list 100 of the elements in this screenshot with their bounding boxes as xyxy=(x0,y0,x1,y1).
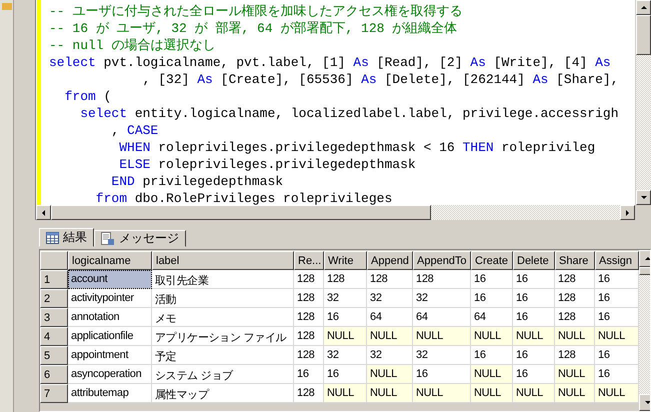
table-cell: 16 xyxy=(595,365,639,384)
table-cell: 128 xyxy=(367,270,413,289)
code-editor[interactable] xyxy=(36,0,635,205)
table-cell: 128 xyxy=(294,346,324,365)
table-cell: 64 xyxy=(367,308,413,327)
table-cell: NULL xyxy=(555,365,595,384)
code-line: -- null の場合は選択なし xyxy=(49,37,216,54)
down-arrow-icon xyxy=(639,193,648,202)
row-number[interactable]: 6 xyxy=(40,365,68,384)
table-cell: asyncoperation xyxy=(68,365,152,384)
code-line: END privilegedepthmask xyxy=(110,173,284,190)
table-cell: 128 xyxy=(555,289,595,308)
result-tab[interactable]: 結果 xyxy=(39,228,94,247)
table-cell: NULL xyxy=(471,327,513,346)
table-cell: 16 xyxy=(595,346,639,365)
folder-icon xyxy=(2,2,12,10)
table-cell: NULL xyxy=(595,384,639,403)
table-cell: 128 xyxy=(555,346,595,365)
column-header[interactable]: Delete xyxy=(513,251,555,270)
table-cell: システム ジョブ xyxy=(152,365,294,384)
vertical-scrollbar[interactable] xyxy=(635,0,651,205)
scrollbar-thumb[interactable] xyxy=(636,15,651,55)
table-cell: applicationfile xyxy=(68,327,152,346)
table-cell: NULL xyxy=(471,365,513,384)
column-header[interactable]: AppendTo xyxy=(413,251,471,270)
column-header[interactable]: Re... xyxy=(294,251,324,270)
table-cell: 32 xyxy=(324,289,367,308)
column-header[interactable]: label xyxy=(152,251,294,270)
table-cell: NULL xyxy=(413,327,471,346)
table-cell: 16 xyxy=(413,365,471,384)
table-cell: 128 xyxy=(324,270,367,289)
table-cell: 128 xyxy=(294,327,324,346)
row-number[interactable]: 2 xyxy=(40,289,68,308)
code-line: -- ユーザに付与された全ロール権限を加味したアクセス権を取得する xyxy=(49,3,464,20)
table-cell: 属性マップ xyxy=(152,384,294,403)
table-cell: 予定 xyxy=(152,346,294,365)
right-arrow-icon xyxy=(623,208,632,217)
table-cell: appointment xyxy=(68,346,152,365)
code-line: from dbo.RolePrivileges roleprivileges xyxy=(94,190,394,205)
table-cell: 128 xyxy=(555,270,595,289)
table-cell: NULL xyxy=(324,327,367,346)
column-header[interactable]: Assign xyxy=(595,251,639,270)
table-cell: 16 xyxy=(513,365,555,384)
code-line: select entity.logicalname, localizedlabel.label, privilege.accessrigh xyxy=(79,105,619,122)
table-cell: 128 xyxy=(294,384,324,403)
table-cell: account xyxy=(68,270,152,289)
table-cell: 32 xyxy=(367,346,413,365)
table-cell: NULL xyxy=(513,327,555,346)
code-line: WHEN roleprivileges.privilegedepthmask < 16 THEN roleprivileg xyxy=(118,139,596,156)
table-cell: annotation xyxy=(68,308,152,327)
row-number[interactable]: 5 xyxy=(40,346,68,365)
code-line: select pvt.logicalname, pvt.label, [1] As [Read], [2] As [Write], [4] As xyxy=(49,54,612,71)
column-header[interactable]: logicalname xyxy=(68,251,152,270)
row-number[interactable]: 4 xyxy=(40,327,68,346)
table-cell: NULL xyxy=(367,327,413,346)
table-cell: 64 xyxy=(471,308,513,327)
table-cell: 16 xyxy=(471,270,513,289)
table-cell: 128 xyxy=(294,289,324,308)
table-cell: 16 xyxy=(595,308,639,327)
table-cell: NULL xyxy=(413,384,471,403)
document-icon xyxy=(101,232,115,246)
column-header[interactable]: Create xyxy=(471,251,513,270)
grid-icon xyxy=(46,232,59,244)
horizontal-scrollbar[interactable] xyxy=(36,205,635,220)
table-cell: 16 xyxy=(595,270,639,289)
tab-label: メッセージ xyxy=(119,230,179,247)
table-cell: NULL xyxy=(367,384,413,403)
table-cell: NULL xyxy=(595,327,639,346)
table-cell: 活動 xyxy=(152,289,294,308)
table-cell: メモ xyxy=(152,308,294,327)
table-cell: 32 xyxy=(367,289,413,308)
column-header[interactable]: Share xyxy=(555,251,595,270)
up-arrow-icon xyxy=(639,3,648,12)
code-line: -- 16 が ユーザ, 32 が 部署, 64 が部署配下, 128 が組織全体 xyxy=(49,20,458,37)
code-line: from ( xyxy=(64,88,112,105)
scrollbar-thumb[interactable] xyxy=(51,205,431,220)
code-line: , CASE xyxy=(110,122,160,139)
table-cell: 128 xyxy=(294,308,324,327)
table-cell: NULL xyxy=(367,365,413,384)
table-cell: 16 xyxy=(471,346,513,365)
row-number[interactable]: 7 xyxy=(40,384,68,403)
column-header[interactable]: Write xyxy=(324,251,367,270)
table-cell: 128 xyxy=(555,308,595,327)
table-cell: activitypointer xyxy=(68,289,152,308)
result-tab[interactable]: メッセージ xyxy=(94,230,186,247)
row-number[interactable]: 1 xyxy=(40,270,68,289)
table-cell: 32 xyxy=(413,346,471,365)
table-cell: 16 xyxy=(324,365,367,384)
table-cell: 16 xyxy=(294,365,324,384)
row-number[interactable]: 3 xyxy=(40,308,68,327)
table-cell: 128 xyxy=(413,270,471,289)
table-cell: 16 xyxy=(595,289,639,308)
column-header[interactable]: Append xyxy=(367,251,413,270)
table-cell: 16 xyxy=(513,308,555,327)
code-line: ELSE roleprivileges.privilegedepthmask xyxy=(118,156,417,173)
table-cell: 16 xyxy=(471,289,513,308)
table-cell: 16 xyxy=(513,346,555,365)
table-cell: 32 xyxy=(324,346,367,365)
table-cell: attributemap xyxy=(68,384,152,403)
table-cell: 16 xyxy=(513,289,555,308)
